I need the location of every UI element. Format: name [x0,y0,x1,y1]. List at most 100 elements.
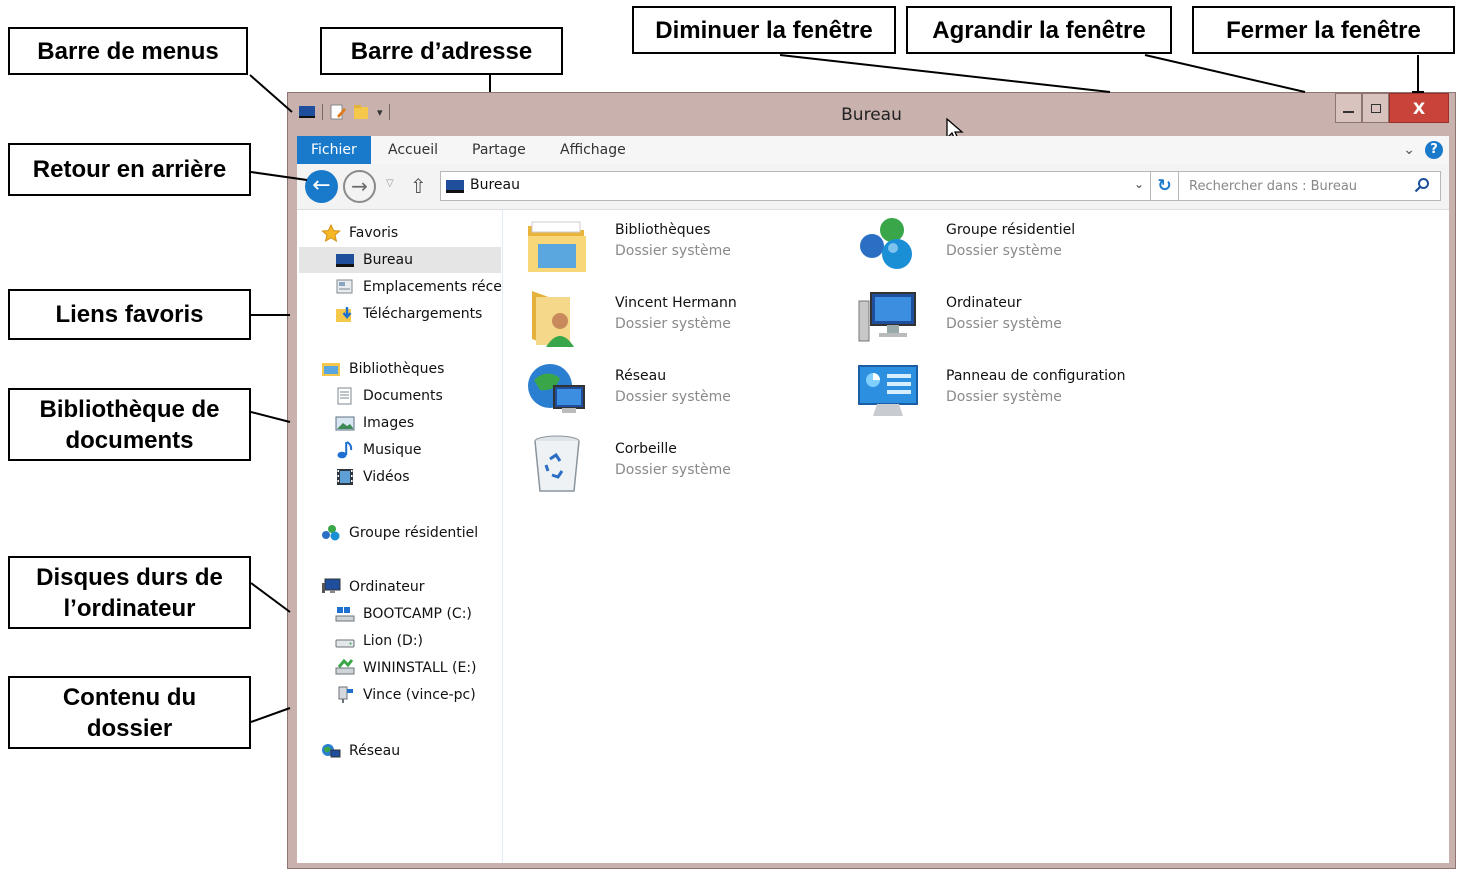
sidebar-item-telechargements[interactable]: Téléchargements [335,301,482,327]
sidebar-item-label: Lion (D:) [363,633,423,649]
sidebar-item-emplacements-recents[interactable]: Emplacements récents [335,274,502,300]
leader-line [250,411,291,423]
sidebar-item-label: Documents [363,388,443,404]
callout-agrandir: Agrandir la fenêtre [906,6,1172,54]
star-icon [321,224,341,242]
sidebar-item-label: Images [363,415,415,431]
window-title: Bureau [841,105,902,125]
callout-fermer: Fermer la fenêtre [1192,6,1455,54]
help-icon[interactable]: ? [1425,141,1443,159]
item-type: Dossier système [615,389,731,405]
list-item[interactable]: Ordinateur Dossier système [857,287,1157,353]
tab-partage[interactable]: Partage [458,136,540,164]
callout-text: documents [65,426,194,454]
item-name: Corbeille [615,441,677,457]
item-type: Dossier système [946,316,1062,332]
list-item[interactable]: Groupe résidentiel Dossier système [857,214,1157,280]
item-name: Ordinateur [946,295,1022,311]
search-input[interactable] [1179,172,1404,200]
sidebar-item-bureau[interactable]: Bureau [299,247,501,273]
forward-arrow-icon: → [351,174,368,198]
title-bar[interactable]: ▾ Bureau X [288,93,1455,143]
window-controls: X [1335,93,1449,123]
computer-icon [322,578,341,593]
item-type: Dossier système [615,316,731,332]
callout-text: Barre de menus [37,37,219,65]
sidebar-item-ordinateur[interactable]: Ordinateur [321,574,425,600]
libraries-icon [322,363,340,376]
sidebar-item-label: Favoris [349,225,399,241]
list-item[interactable]: Corbeille Dossier système [526,433,826,499]
address-bar[interactable]: Bureau ⌄ [440,171,1151,201]
close-button[interactable]: X [1389,93,1449,123]
list-item[interactable]: Vincent Hermann Dossier système [526,287,826,353]
item-name: Réseau [615,368,667,384]
search-icon[interactable] [1414,177,1430,193]
back-button[interactable]: ← [305,170,338,203]
sidebar-item-favoris[interactable]: Favoris [321,220,398,246]
ribbon-tabs: Fichier Accueil Partage Affichage ⌄ ? [297,136,1449,164]
list-item[interactable]: Bibliothèques Dossier système [526,214,826,280]
up-button[interactable]: ⇧ [410,174,427,198]
item-type: Dossier système [615,462,731,478]
tab-accueil[interactable]: Accueil [374,136,452,164]
user-folder-icon [532,291,574,347]
sidebar-item-label: Téléchargements [363,306,483,322]
sidebar-item-images[interactable]: Images [335,410,414,436]
callout-retour: Retour en arrière [8,143,251,196]
maximize-button[interactable] [1362,93,1389,123]
item-name: Groupe résidentiel [946,222,1076,238]
list-item[interactable]: Panneau de configuration Dossier système [857,360,1157,426]
minimize-icon [1343,111,1354,113]
sidebar-item-videos[interactable]: Vidéos [335,464,410,490]
sidebar-item-label: Réseau [349,743,401,759]
drive-icon [335,639,355,648]
callout-bibliotheque: Bibliothèque de documents [8,388,251,461]
tab-affichage[interactable]: Affichage [546,136,640,164]
sidebar-item-label: Ordinateur [349,579,425,595]
leader-line [250,707,291,723]
callout-text: dossier [86,714,173,742]
address-value: Bureau [470,177,520,193]
callout-disques: Disques durs de l’ordinateur [8,556,251,629]
sidebar-item-groupe-residentiel[interactable]: Groupe résidentiel [321,520,478,546]
sidebar-item-reseau[interactable]: Réseau [321,738,400,764]
callout-text: Retour en arrière [32,156,227,183]
network-globe-icon [528,364,585,413]
search-box[interactable] [1178,171,1441,201]
desktop-icon [336,254,354,267]
callout-diminuer: Diminuer la fenêtre [632,6,896,54]
sidebar-item-musique[interactable]: Musique [335,437,422,463]
sidebar-item-wininstall[interactable]: WININSTALL (E:) [335,655,477,681]
sidebar-item-label: Bureau [363,252,413,268]
sidebar-item-label: Groupe résidentiel [349,525,479,541]
minimize-button[interactable] [1335,93,1362,123]
network-drive-icon [338,686,353,703]
forward-button[interactable]: → [343,170,376,203]
tab-fichier[interactable]: Fichier [297,136,371,164]
recent-locations-icon[interactable]: ▽ [386,178,394,189]
control-panel-icon [858,365,918,416]
leader-line [1144,54,1306,93]
explorer-window: ▾ Bureau X Fichier Accueil Partage Affic… [287,92,1456,869]
callout-contenu: Contenu du dossier [8,676,251,749]
sidebar-item-vince[interactable]: Vince (vince-pc) [335,682,476,708]
close-icon: X [1412,98,1426,118]
leader-line [249,74,293,113]
callout-text: Disques durs de [36,563,223,591]
refresh-button[interactable]: ↻ [1151,171,1179,201]
address-dropdown-icon[interactable]: ⌄ [1134,177,1144,191]
item-name: Panneau de configuration [946,368,1126,384]
document-icon [337,387,352,405]
sidebar-item-bibliotheques[interactable]: Bibliothèques [321,356,444,382]
item-type: Dossier système [946,243,1062,259]
sidebar-item-label: Emplacements récents [363,279,502,295]
sidebar-item-lion[interactable]: Lion (D:) [335,628,423,654]
sidebar-item-bootcamp[interactable]: BOOTCAMP (C:) [335,601,472,627]
sidebar-item-documents[interactable]: Documents [335,383,443,409]
expand-ribbon-icon[interactable]: ⌄ [1403,142,1415,158]
downloads-icon [336,307,352,322]
list-item[interactable]: Réseau Dossier système [526,360,826,426]
callout-text: Contenu du [62,683,197,711]
sidebar-item-label: Bibliothèques [349,361,445,377]
